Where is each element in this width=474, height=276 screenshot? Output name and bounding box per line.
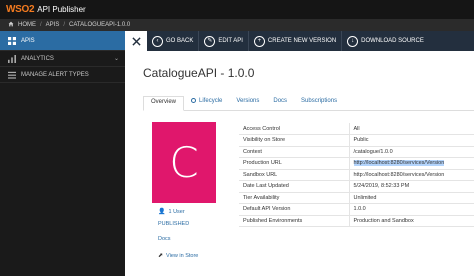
tab-docs[interactable]: Docs bbox=[266, 95, 294, 110]
tab-versions[interactable]: Versions bbox=[229, 95, 266, 110]
property-value: Production and Sandbox bbox=[349, 215, 474, 227]
thumbnail-letter: C bbox=[169, 138, 199, 187]
tab-label: Overview bbox=[151, 98, 177, 105]
table-row: Context/catalogue/1.0.0 bbox=[239, 146, 474, 158]
property-value: http://localhost:8280/services/Version bbox=[349, 157, 474, 170]
breadcrumb-separator: / bbox=[63, 22, 66, 28]
property-key: Context bbox=[239, 146, 350, 158]
property-key: Tier Availability bbox=[239, 192, 350, 204]
download-icon: ↓ bbox=[347, 35, 359, 47]
logo[interactable]: WSO2 API Publisher bbox=[6, 0, 86, 19]
download-source-label: DOWNLOAD SOURCE bbox=[361, 38, 424, 44]
property-key: Sandbox URL bbox=[239, 169, 350, 181]
tab-overview[interactable]: Overview bbox=[143, 96, 185, 111]
app-title: API Publisher bbox=[37, 5, 86, 14]
sidebar-item-manage-alert-types[interactable]: MANAGE ALERT TYPES bbox=[0, 67, 125, 83]
table-row: Published Environments Production and San… bbox=[239, 215, 474, 227]
tab-label: Subscriptions bbox=[301, 97, 338, 104]
sidebar: APIS ANALYTICS ⌄ MANAGE ALERT TYPES bbox=[0, 31, 125, 276]
sidebar-item-label: ANALYTICS bbox=[21, 55, 54, 62]
edit-icon: ✎ bbox=[204, 35, 216, 47]
table-row: Sandbox URL http://localhost:8280/service… bbox=[239, 169, 474, 181]
apis-icon bbox=[7, 36, 16, 45]
tab-label: Lifecycle bbox=[199, 97, 223, 104]
property-value: Unlimited bbox=[349, 192, 474, 204]
docs-link[interactable]: Docs bbox=[158, 236, 171, 242]
user-icon: 👤 bbox=[158, 209, 166, 215]
property-key: Access Control bbox=[239, 123, 350, 135]
table-row: Visibility on Store Public bbox=[239, 134, 474, 147]
property-key: Date Last Updated bbox=[239, 180, 350, 193]
analytics-icon bbox=[7, 54, 16, 63]
tab-bar: Overview Lifecycle Versions Docs Subscri… bbox=[143, 96, 474, 111]
go-back-button[interactable]: ‹ GO BACK bbox=[147, 31, 200, 51]
plus-icon: + bbox=[253, 35, 265, 47]
sidebar-item-apis[interactable]: APIS bbox=[0, 31, 125, 51]
property-key: Visibility on Store bbox=[239, 134, 350, 147]
tab-lifecycle[interactable]: Lifecycle bbox=[184, 95, 229, 110]
property-value: http://localhost:8280/services/Version bbox=[349, 169, 474, 181]
create-new-version-button[interactable]: + CREATE NEW VERSION bbox=[249, 31, 343, 51]
sidebar-item-label: MANAGE ALERT TYPES bbox=[21, 71, 89, 78]
create-version-label: CREATE NEW VERSION bbox=[267, 38, 337, 44]
view-in-store-label: View in Store bbox=[166, 252, 199, 259]
breadcrumb-separator: / bbox=[40, 22, 42, 28]
property-value: 1.0.0 bbox=[349, 203, 474, 216]
close-button[interactable] bbox=[125, 31, 147, 51]
breadcrumb-current: CATALOGUEAPI-1.0.0 bbox=[69, 22, 131, 28]
action-bar: ‹ GO BACK ✎ EDIT API + CREATE NEW VERSIO… bbox=[125, 31, 474, 51]
chevron-down-icon: ⌄ bbox=[113, 56, 119, 62]
properties-table: Access Control All Visibility on Store Publ… bbox=[239, 123, 474, 227]
top-header: WSO2 API Publisher bbox=[0, 0, 474, 19]
users-link[interactable]: 👤 1 User bbox=[158, 208, 185, 216]
table-row: Production URL http://localhost:8280/serv… bbox=[239, 157, 474, 170]
property-key: Published Environments bbox=[239, 215, 350, 227]
page-title: CatalogueAPI - 1.0.0 bbox=[143, 66, 255, 80]
property-value: 5/24/2019, 8:52:33 PM bbox=[349, 180, 474, 193]
property-value: Public bbox=[349, 134, 474, 147]
alert-icon bbox=[7, 70, 16, 79]
selected-text: http://localhost:8280/services/Version bbox=[353, 160, 445, 167]
property-value: /catalogue/1.0.0 bbox=[349, 146, 474, 158]
home-icon[interactable] bbox=[8, 21, 14, 29]
external-link-icon: ⬈ bbox=[158, 253, 164, 259]
main-content: CatalogueAPI - 1.0.0 Overview Lifecycle … bbox=[125, 51, 474, 276]
property-value: All bbox=[349, 123, 474, 135]
wso2-logo: WSO2 bbox=[6, 4, 35, 15]
table-row: Tier Availability Unlimited bbox=[239, 192, 474, 204]
property-key: Production URL bbox=[239, 157, 350, 170]
go-back-label: GO BACK bbox=[166, 38, 194, 44]
api-thumbnail: C bbox=[152, 122, 216, 203]
table-row: Date Last Updated 5/24/2019, 8:52:33 PM bbox=[239, 180, 474, 193]
tab-label: Docs bbox=[273, 97, 288, 104]
status-label: PUBLISHED bbox=[158, 221, 190, 227]
view-in-store-link[interactable]: ⬈ View in Store bbox=[158, 252, 199, 260]
sidebar-item-analytics[interactable]: ANALYTICS ⌄ bbox=[0, 51, 125, 67]
property-key: Default API Version bbox=[239, 203, 350, 216]
lifecycle-icon bbox=[191, 98, 197, 103]
tab-label: Versions bbox=[236, 97, 260, 104]
close-icon bbox=[131, 36, 141, 46]
breadcrumb-home[interactable]: HOME bbox=[18, 22, 36, 28]
edit-api-label: EDIT API bbox=[218, 38, 243, 44]
table-row: Access Control All bbox=[239, 123, 474, 135]
breadcrumb: HOME / APIS / CATALOGUEAPI-1.0.0 bbox=[0, 19, 474, 31]
tab-subscriptions[interactable]: Subscriptions bbox=[294, 95, 344, 110]
sidebar-item-label: APIS bbox=[21, 37, 35, 44]
edit-api-button[interactable]: ✎ EDIT API bbox=[199, 31, 249, 51]
table-row: Default API Version 1.0.0 bbox=[239, 203, 474, 216]
users-label: 1 User bbox=[168, 208, 185, 215]
breadcrumb-apis[interactable]: APIS bbox=[46, 22, 60, 28]
arrow-left-icon: ‹ bbox=[152, 35, 163, 47]
download-source-button[interactable]: ↓ DOWNLOAD SOURCE bbox=[342, 31, 429, 51]
